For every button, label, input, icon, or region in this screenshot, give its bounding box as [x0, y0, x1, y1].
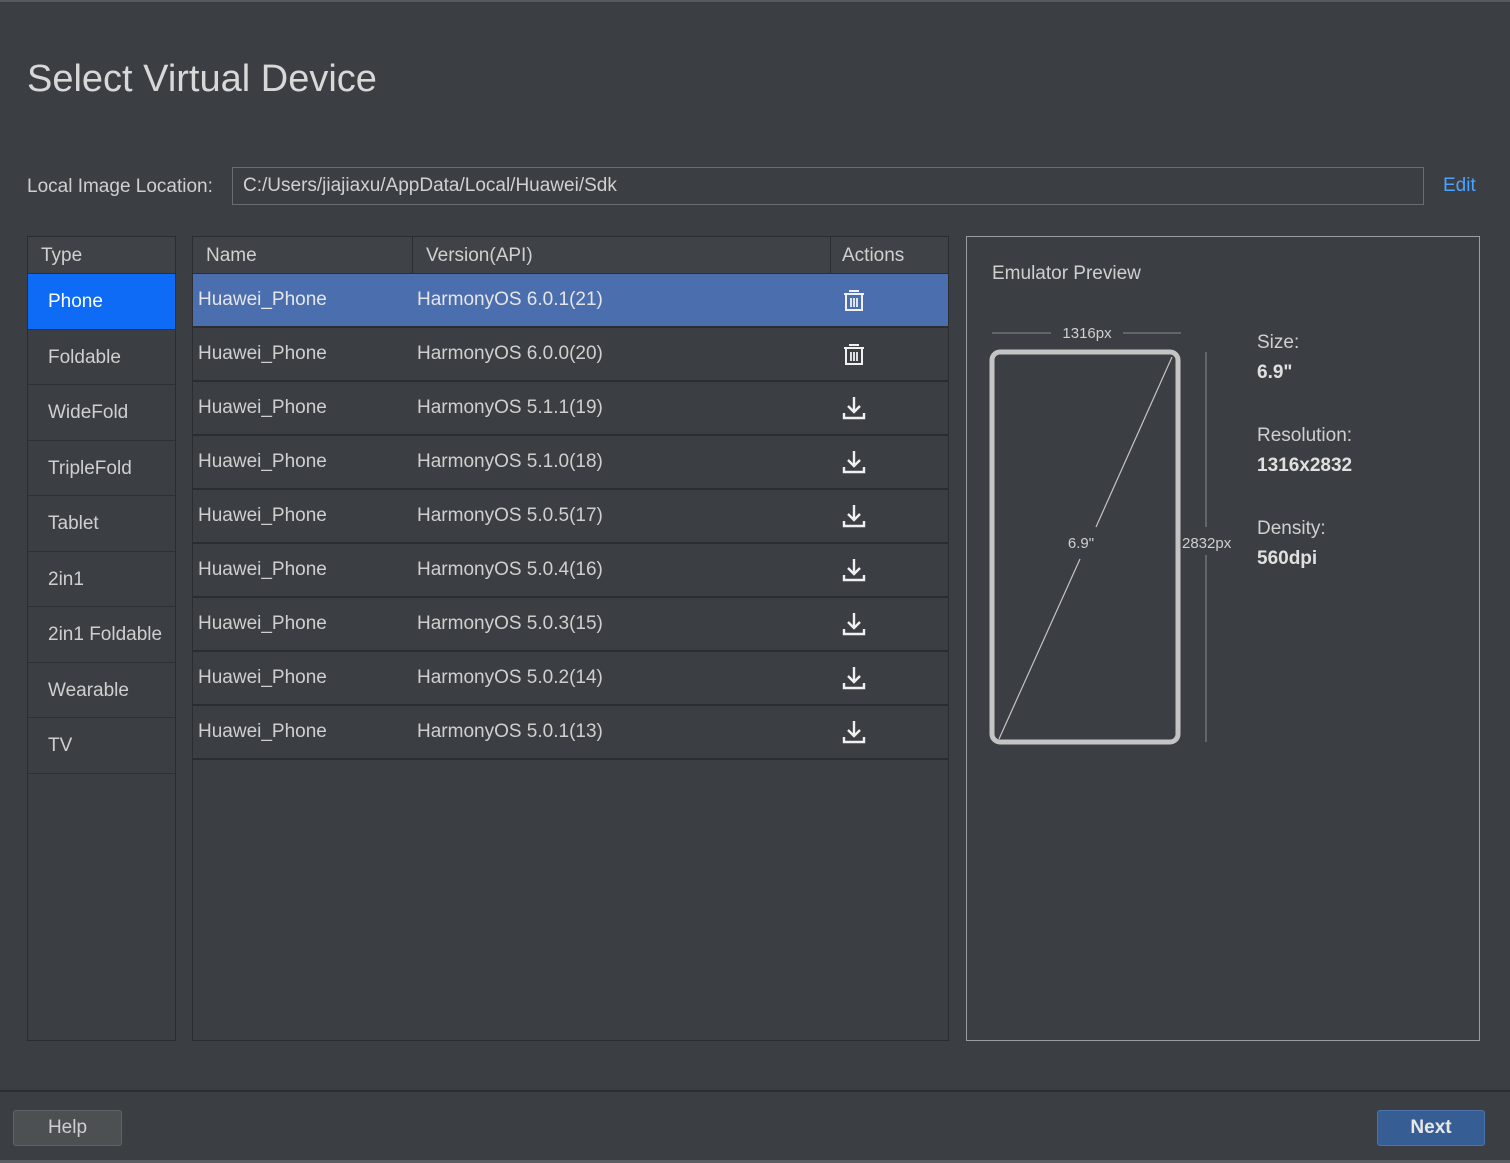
device-version-cell: HarmonyOS 6.0.0(20) [417, 343, 603, 364]
device-version-cell: HarmonyOS 5.0.3(15) [417, 613, 603, 634]
device-version-cell: HarmonyOS 5.1.0(18) [417, 451, 603, 472]
download-icon[interactable] [841, 503, 867, 529]
table-row[interactable]: Huawei_Phone HarmonyOS 5.0.3(15) [193, 598, 948, 652]
column-header-version[interactable]: Version(API) [413, 237, 831, 274]
size-label: Size: [1257, 332, 1300, 353]
device-name-cell: Huawei_Phone [198, 451, 327, 472]
width-label: 1316px [1062, 325, 1112, 342]
table-row[interactable]: Huawei_Phone HarmonyOS 6.0.0(20) [193, 328, 948, 382]
device-version-cell: HarmonyOS 5.0.1(13) [417, 721, 603, 742]
table-row[interactable]: Huawei_Phone HarmonyOS 5.0.4(16) [193, 544, 948, 598]
footer-divider [0, 1090, 1510, 1092]
download-icon[interactable] [841, 719, 867, 745]
device-table-header: Name Version(API) Actions [193, 237, 948, 274]
device-name-cell: Huawei_Phone [198, 397, 327, 418]
type-item-widefold[interactable]: WideFold [28, 385, 175, 441]
device-actions-cell [831, 557, 948, 583]
help-button[interactable]: Help [13, 1110, 122, 1146]
device-name-cell: Huawei_Phone [198, 289, 327, 310]
type-item-2in1-foldable[interactable]: 2in1 Foldable [28, 607, 175, 663]
device-actions-cell [831, 665, 948, 691]
type-item-2in1[interactable]: 2in1 [28, 552, 175, 607]
resolution-label: Resolution: [1257, 425, 1353, 446]
density-value: 560dpi [1257, 548, 1318, 569]
download-icon[interactable] [841, 557, 867, 583]
device-actions-cell [831, 611, 948, 637]
table-row[interactable]: Huawei_Phone HarmonyOS 5.1.0(18) [193, 436, 948, 490]
table-row[interactable]: Huawei_Phone HarmonyOS 5.1.1(19) [193, 382, 948, 436]
device-version-cell: HarmonyOS 6.0.1(21) [417, 289, 603, 310]
type-column-header: Type [28, 237, 175, 274]
height-label: 2832px [1182, 535, 1232, 552]
preview-title: Emulator Preview [992, 263, 1141, 284]
type-item-foldable[interactable]: Foldable [28, 330, 175, 385]
table-row[interactable]: Huawei_Phone HarmonyOS 5.0.1(13) [193, 706, 948, 760]
table-row[interactable]: Huawei_Phone HarmonyOS 6.0.1(21) [193, 274, 948, 328]
next-button[interactable]: Next [1377, 1110, 1485, 1146]
local-image-location-field[interactable] [232, 167, 1424, 205]
type-item-triplefold[interactable]: TripleFold [28, 441, 175, 496]
device-actions-cell [831, 341, 948, 367]
device-actions-cell [831, 287, 948, 313]
page-title: Select Virtual Device [27, 58, 377, 100]
emulator-preview-panel: Emulator Preview 1316px 6.9" 2832px Size… [966, 236, 1480, 1041]
device-actions-cell [831, 395, 948, 421]
delete-icon[interactable] [841, 341, 867, 367]
device-name-cell: Huawei_Phone [198, 505, 327, 526]
device-outline-diagram: 1316px 6.9" 2832px [989, 325, 1232, 745]
type-item-wearable[interactable]: Wearable [28, 663, 175, 718]
device-table: Name Version(API) Actions Huawei_Phone Ha… [192, 236, 949, 1041]
edit-link[interactable]: Edit [1443, 175, 1476, 197]
table-row[interactable]: Huawei_Phone HarmonyOS 5.0.2(14) [193, 652, 948, 706]
dialog: Select Virtual Device Local Image Locati… [0, 0, 1510, 1163]
column-header-name[interactable]: Name [193, 237, 413, 274]
column-header-actions: Actions [831, 237, 948, 274]
download-icon[interactable] [841, 449, 867, 475]
local-image-location-label: Local Image Location: [27, 176, 213, 197]
device-version-cell: HarmonyOS 5.0.4(16) [417, 559, 603, 580]
type-item-tv[interactable]: TV [28, 718, 175, 774]
device-actions-cell [831, 449, 948, 475]
diagonal-label: 6.9" [1068, 535, 1094, 552]
device-name-cell: Huawei_Phone [198, 343, 327, 364]
device-actions-cell [831, 719, 948, 745]
type-list: Type Phone Foldable WideFold TripleFold Tabl… [27, 236, 176, 1041]
download-icon[interactable] [841, 665, 867, 691]
delete-icon[interactable] [841, 287, 867, 313]
type-item-phone[interactable]: Phone [28, 274, 175, 330]
device-version-cell: HarmonyOS 5.0.5(17) [417, 505, 603, 526]
device-actions-cell [831, 503, 948, 529]
density-label: Density: [1257, 518, 1326, 539]
diagonal-line-upper [1095, 356, 1173, 528]
resolution-value: 1316x2832 [1257, 455, 1353, 476]
download-icon[interactable] [841, 395, 867, 421]
device-version-cell: HarmonyOS 5.1.1(19) [417, 397, 603, 418]
size-value: 6.9" [1257, 362, 1293, 383]
device-name-cell: Huawei_Phone [198, 559, 327, 580]
type-item-tablet[interactable]: Tablet [28, 496, 175, 552]
device-version-cell: HarmonyOS 5.0.2(14) [417, 667, 603, 688]
table-row[interactable]: Huawei_Phone HarmonyOS 5.0.5(17) [193, 490, 948, 544]
download-icon[interactable] [841, 611, 867, 637]
diagonal-line-lower [998, 558, 1081, 740]
device-name-cell: Huawei_Phone [198, 613, 327, 634]
device-name-cell: Huawei_Phone [198, 721, 327, 742]
device-name-cell: Huawei_Phone [198, 667, 327, 688]
